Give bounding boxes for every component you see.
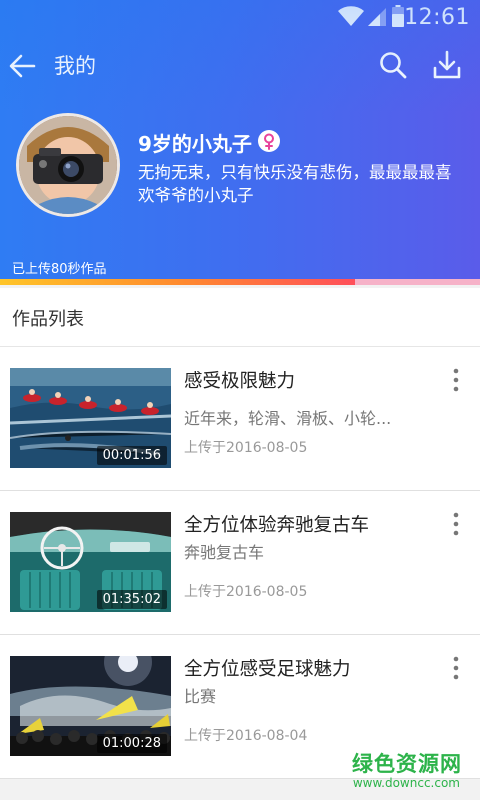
more-vert-icon[interactable]: [450, 368, 462, 392]
upload-progress-bar: [0, 279, 480, 285]
watermark-url: www.downcc.com: [352, 776, 460, 790]
battery-icon: [392, 5, 404, 27]
app-bar: 我的: [0, 34, 480, 98]
work-item[interactable]: 00:01:56 感受极限魅力 近年来，轮滑、滑板、小轮... 上传于2016-…: [0, 347, 480, 491]
avatar[interactable]: [16, 113, 120, 217]
profile-name: 9岁的小丸子: [138, 132, 252, 156]
work-upload-date: 上传于2016-08-04: [184, 728, 308, 744]
female-gender-icon: [258, 130, 280, 152]
more-vert-icon[interactable]: [450, 656, 462, 680]
work-title: 全方位体验奔驰复古车: [184, 515, 370, 536]
profile-header: 12:61 我的 9岁的小丸子 无拘无束，只有快乐没有悲伤，最最最最喜欢爷爷的小…: [0, 0, 480, 284]
status-time: 12:61: [404, 5, 470, 30]
video-duration: 01:35:02: [96, 590, 167, 609]
page-title: 我的: [54, 54, 96, 78]
work-subtitle: 近年来，轮滑、滑板、小轮...: [184, 409, 392, 428]
work-upload-date: 上传于2016-08-05: [184, 440, 308, 456]
video-thumbnail[interactable]: 01:35:02: [10, 512, 171, 612]
works-list: 00:01:56 感受极限魅力 近年来，轮滑、滑板、小轮... 上传于2016-…: [0, 347, 480, 779]
watermark-text: 绿色资源网: [352, 752, 462, 776]
video-duration: 01:00:28: [96, 734, 167, 753]
signal-icon: [368, 8, 386, 26]
work-subtitle: 奔驰复古车: [184, 543, 265, 562]
work-item[interactable]: 01:35:02 全方位体验奔驰复古车 奔驰复古车 上传于2016-08-05: [0, 491, 480, 635]
works-section-header: 作品列表: [0, 288, 480, 347]
work-subtitle: 比赛: [184, 687, 217, 706]
upload-progress-fill: [0, 279, 356, 285]
video-thumbnail[interactable]: 00:01:56: [10, 368, 171, 468]
profile-bio: 无拘无束，只有快乐没有悲伤，最最最最喜欢爷爷的小丸子: [138, 163, 452, 205]
work-upload-date: 上传于2016-08-05: [184, 584, 308, 600]
work-title: 感受极限魅力: [184, 371, 296, 392]
section-title: 作品列表: [12, 309, 84, 330]
back-arrow-icon[interactable]: [8, 52, 36, 80]
upload-summary: 已上传80秒作品: [12, 262, 107, 277]
search-icon[interactable]: [378, 50, 408, 80]
video-duration: 00:01:56: [96, 446, 167, 465]
video-thumbnail[interactable]: 01:00:28: [10, 656, 171, 756]
more-vert-icon[interactable]: [450, 512, 462, 536]
work-title: 全方位感受足球魅力: [184, 659, 351, 680]
status-bar: 12:61: [0, 0, 480, 34]
download-icon[interactable]: [432, 49, 462, 81]
site-watermark: 绿色资源网 www.downcc.com: [322, 748, 462, 794]
wifi-icon: [338, 6, 364, 26]
avatar-photo: [19, 116, 117, 214]
